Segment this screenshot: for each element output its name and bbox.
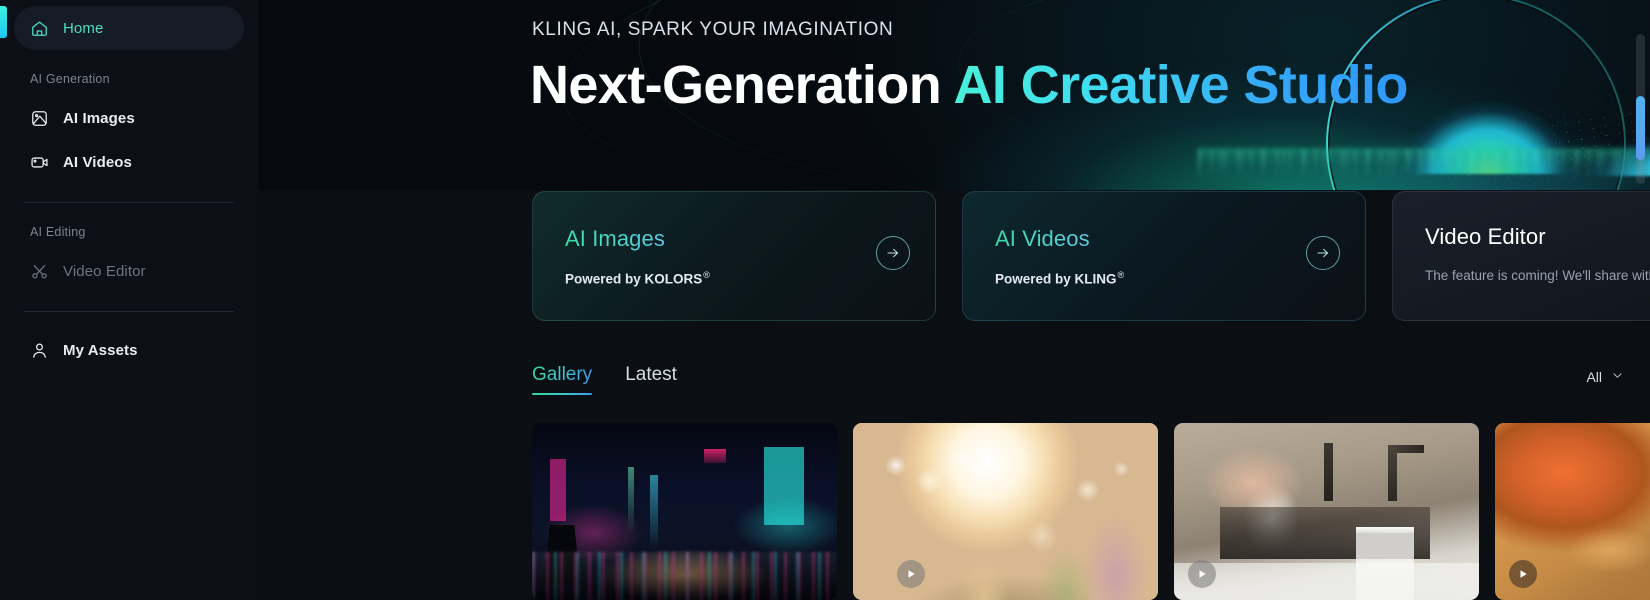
sidebar-item-ai-videos-label: AI Videos [63, 153, 132, 171]
play-icon[interactable] [1188, 560, 1216, 588]
sidebar-divider-1 [24, 202, 234, 203]
play-icon[interactable] [1509, 560, 1537, 588]
sidebar-item-home-label: Home [63, 19, 104, 37]
feature-card-title: Video Editor [1425, 224, 1546, 249]
feature-card-subtitle-text: Powered by KLING [995, 271, 1117, 287]
app-root: Home AI Generation AI Images AI Videos A… [0, 0, 1650, 600]
city-silhouette [543, 524, 581, 584]
chevron-down-icon [1611, 369, 1624, 385]
sidebar-section-ai-editing: AI Editing [30, 225, 86, 239]
image-icon [30, 109, 49, 128]
video-camera-icon [30, 153, 49, 172]
filter-dropdown-value: All [1586, 369, 1602, 385]
tab-latest[interactable]: Latest [625, 364, 677, 395]
gallery-grid [532, 423, 1650, 600]
user-icon [30, 341, 49, 360]
feature-card-subtitle: Powered by KOLORS® [565, 270, 909, 287]
scissors-icon [30, 262, 49, 281]
home-icon [30, 19, 49, 38]
feature-card-ai-images[interactable]: AI Images Powered by KOLORS® [532, 191, 936, 321]
sidebar-item-ai-images[interactable]: AI Images [14, 96, 244, 140]
gallery-item[interactable] [853, 423, 1158, 600]
gallery-item[interactable] [1174, 423, 1479, 600]
feature-card-title: AI Videos [995, 226, 1090, 251]
registered-mark: ® [703, 270, 710, 280]
feature-card-ai-videos[interactable]: AI Videos Powered by KLING® [962, 191, 1366, 321]
page-scrollbar[interactable] [1636, 34, 1645, 184]
sidebar-item-video-editor[interactable]: Video Editor [14, 249, 244, 293]
page-scrollbar-thumb[interactable] [1636, 96, 1645, 160]
feature-card-video-editor: Video Editor The feature is coming! We'l… [1392, 191, 1650, 321]
hero-eyebrow: KLING AI, SPARK YOUR IMAGINATION [532, 19, 894, 40]
gallery-tabs: Gallery Latest All [532, 364, 1624, 395]
arrow-right-icon[interactable] [876, 236, 910, 270]
sidebar-divider-2 [24, 311, 234, 312]
gallery-item[interactable] [1495, 423, 1650, 600]
hero-water-reflection [1198, 148, 1650, 190]
feature-cards: AI Images Powered by KOLORS® AI Videos P… [532, 191, 1650, 321]
registered-mark: ® [1117, 270, 1125, 280]
page-title: Next-Generation AI Creative Studio [530, 55, 1408, 115]
hero-banner: KLING AI, SPARK YOUR IMAGINATION Next-Ge… [258, 0, 1650, 190]
hero-title-gradient: AI Creative Studio [953, 55, 1408, 115]
hero-title-plain: Next-Generation [530, 55, 954, 115]
main-content: KLING AI, SPARK YOUR IMAGINATION Next-Ge… [258, 0, 1650, 600]
play-icon[interactable] [897, 560, 925, 588]
feature-card-subtitle: The feature is coming! We'll share with … [1425, 268, 1650, 283]
sidebar-item-my-assets[interactable]: My Assets [14, 328, 244, 372]
filter-dropdown[interactable]: All [1586, 369, 1624, 395]
sidebar: Home AI Generation AI Images AI Videos A… [0, 0, 258, 600]
gallery-item[interactable] [532, 423, 837, 600]
sidebar-item-video-editor-label: Video Editor [63, 262, 146, 280]
sidebar-item-ai-images-label: AI Images [63, 109, 135, 127]
feature-card-title: AI Images [565, 226, 665, 251]
sidebar-item-ai-videos[interactable]: AI Videos [14, 140, 244, 184]
gallery-thumbnail-image [532, 423, 837, 600]
sidebar-section-ai-generation: AI Generation [30, 72, 110, 86]
feature-card-subtitle-text: Powered by KOLORS [565, 271, 703, 287]
feature-card-subtitle: Powered by KLING® [995, 270, 1339, 287]
sidebar-item-home[interactable]: Home [14, 6, 244, 50]
sidebar-item-my-assets-label: My Assets [63, 341, 138, 359]
gallery-thumbnail-image [1174, 423, 1479, 600]
arrow-right-icon[interactable] [1306, 236, 1340, 270]
tab-gallery[interactable]: Gallery [532, 364, 593, 395]
brand-accent-bar [0, 6, 7, 38]
